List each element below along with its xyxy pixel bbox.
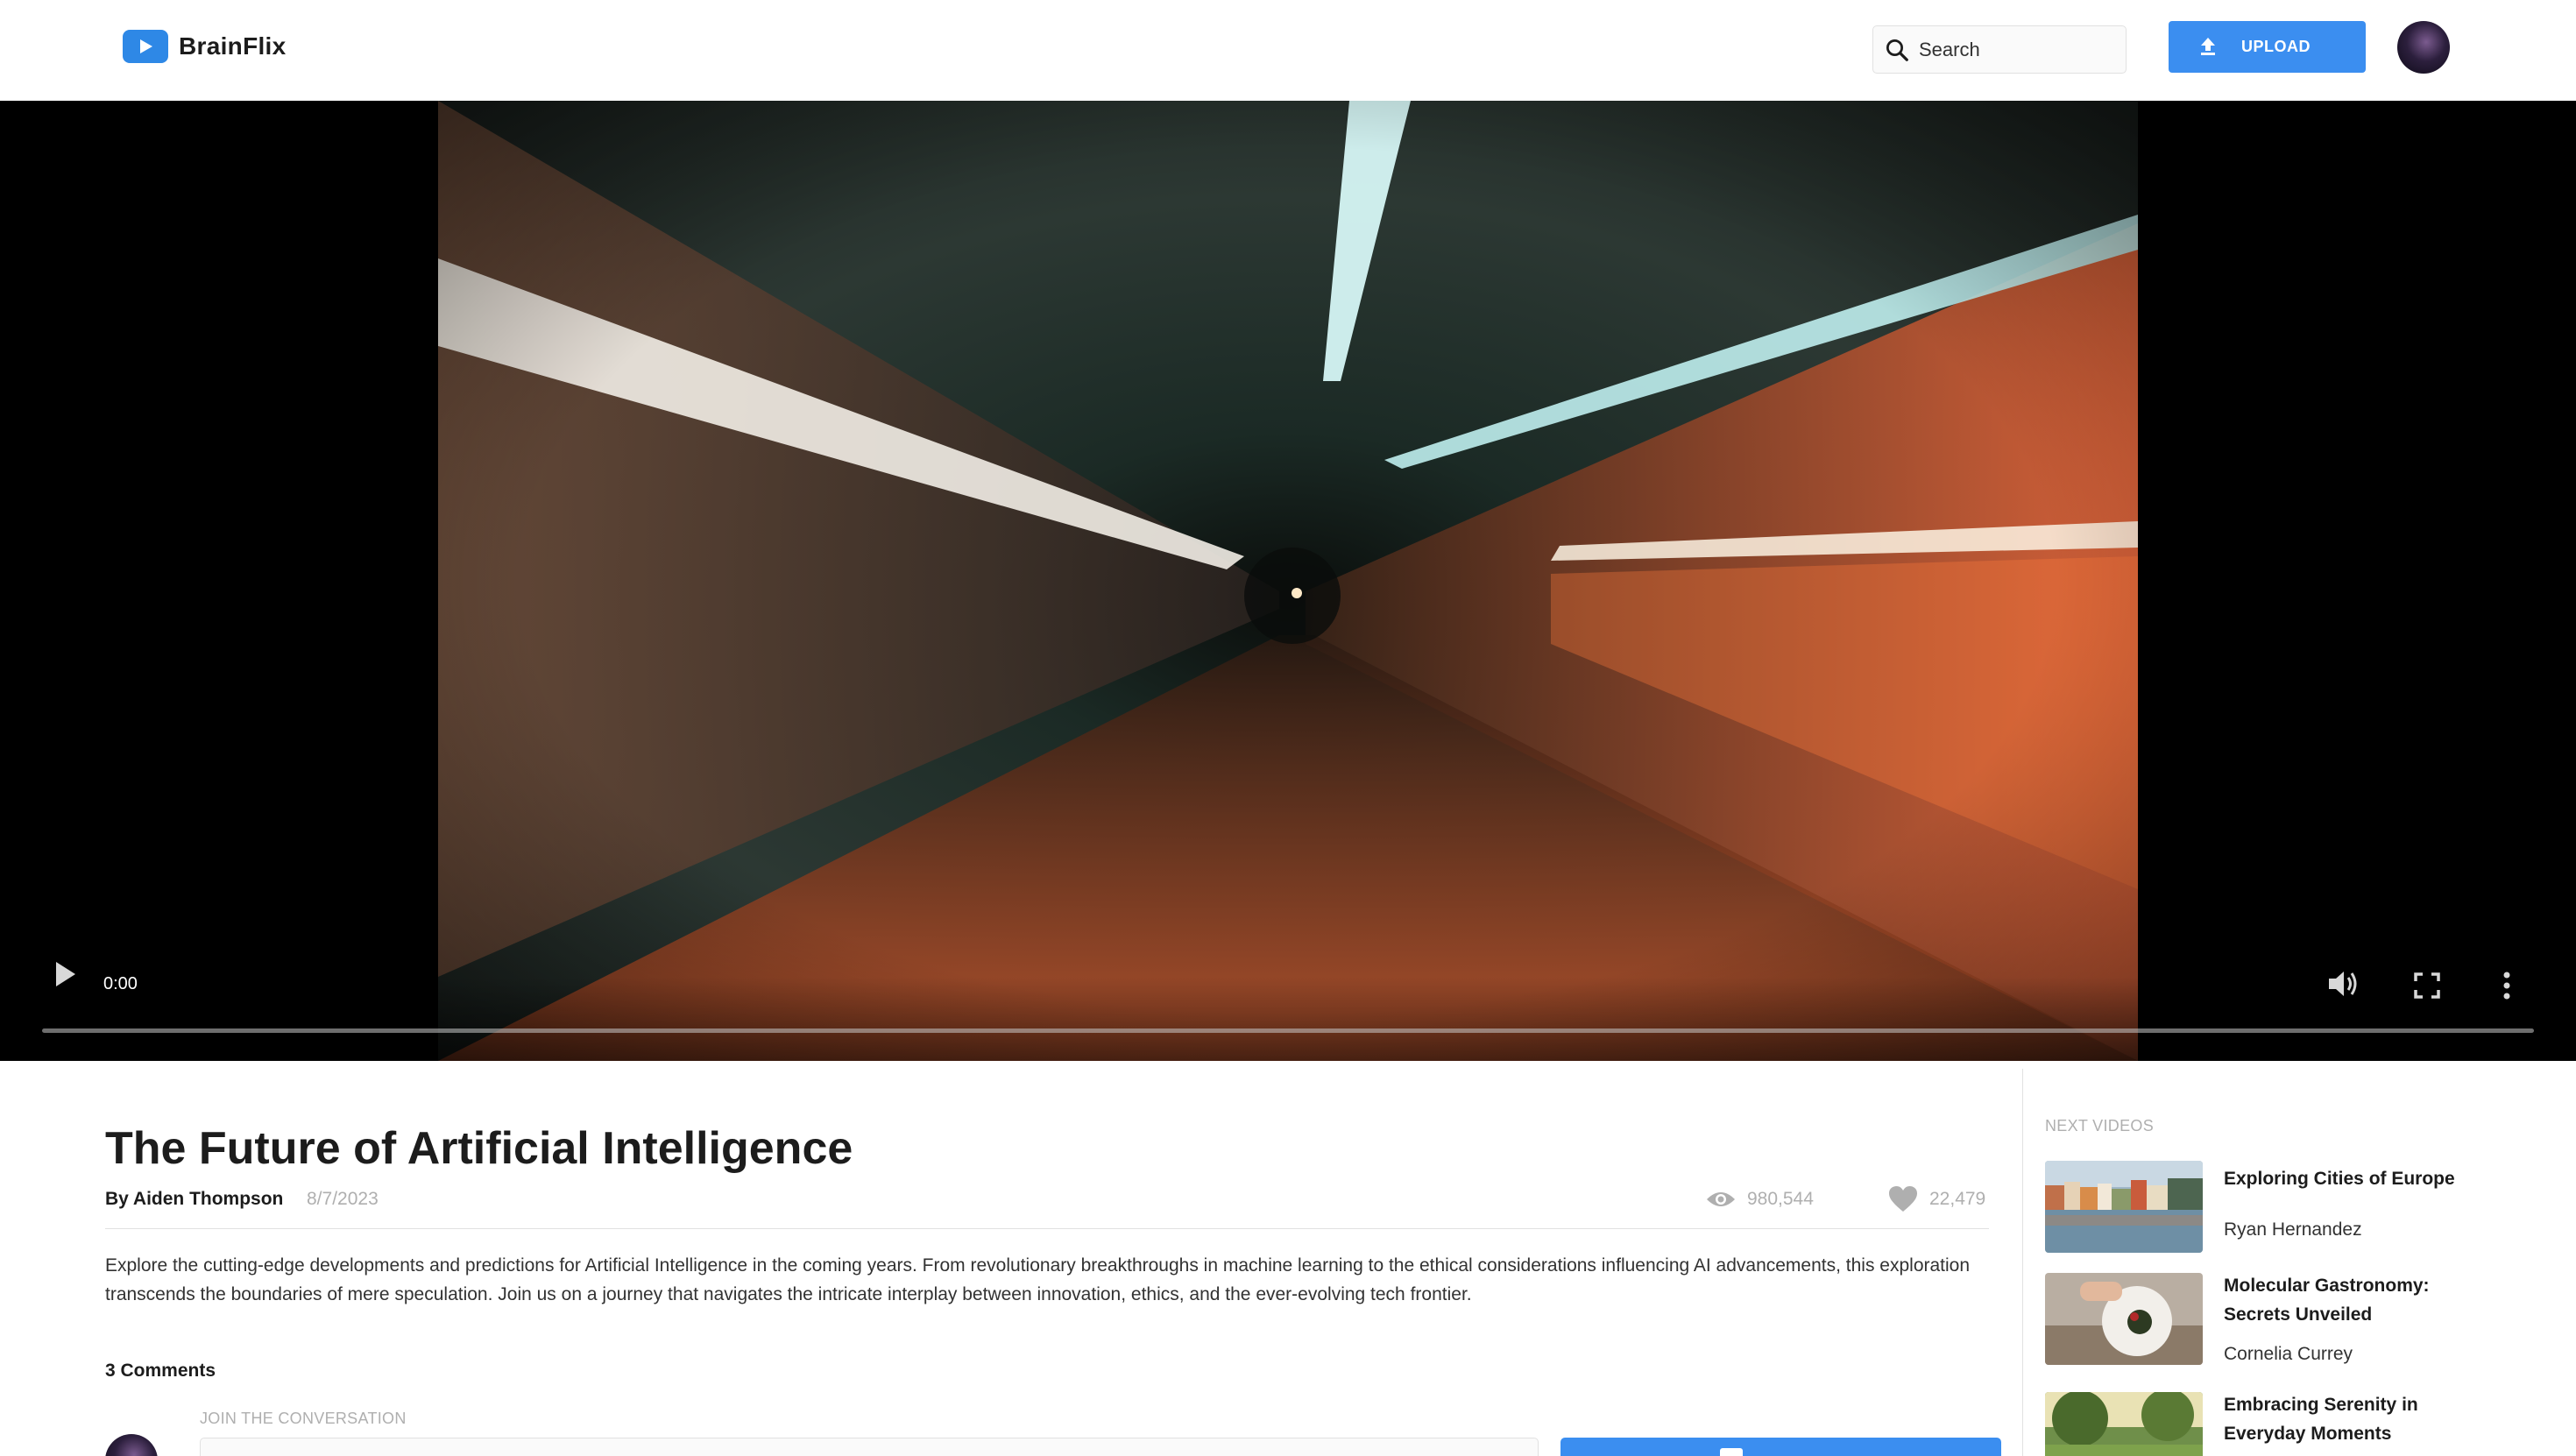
- play-icon: [56, 962, 75, 986]
- next-video-thumbnail: [2045, 1392, 2203, 1456]
- next-video-author: Ryan Hernandez: [2224, 1219, 2362, 1240]
- next-video-thumbnail: [2045, 1273, 2203, 1365]
- search-bar[interactable]: [1872, 25, 2127, 74]
- volume-icon: [2329, 972, 2357, 996]
- upload-label: UPLOAD: [2241, 38, 2311, 55]
- comment-input[interactable]: [200, 1438, 1539, 1456]
- likes-count[interactable]: 22,479: [1887, 1185, 1985, 1213]
- video-player[interactable]: [0, 101, 2576, 1061]
- comment-submit-button[interactable]: [1560, 1438, 2001, 1456]
- likes-value: 22,479: [1929, 1189, 1986, 1209]
- meta-divider: [105, 1228, 1989, 1229]
- more-options-button[interactable]: [2502, 971, 2512, 1005]
- sidebar-divider: [2022, 1069, 2023, 1456]
- fullscreen-icon: [2414, 972, 2440, 999]
- video-title: The Future of Artificial Intelligence: [105, 1123, 853, 1174]
- heart-icon: [1889, 1186, 1917, 1212]
- comment-icon: [1720, 1448, 1743, 1456]
- upload-icon: [2201, 38, 2215, 55]
- fullscreen-button[interactable]: [2414, 972, 2440, 1003]
- next-video-title: Molecular Gastronomy: Secrets Unveiled: [2224, 1276, 2430, 1325]
- next-videos-label: NEXT VIDEOS: [2045, 1117, 2155, 1134]
- current-time: 0:00: [103, 974, 138, 993]
- video-poster: [438, 101, 2138, 1061]
- next-video-author: Cornelia Currey: [2224, 1344, 2353, 1364]
- video-frame: [438, 101, 2138, 1061]
- play-button[interactable]: [53, 959, 79, 993]
- eye-icon: [1707, 1192, 1735, 1206]
- top-nav: BrainFlix UPLOAD: [0, 0, 2576, 101]
- brainflix-logo[interactable]: BrainFlix: [123, 30, 287, 63]
- next-video-title: Embracing Serenity in Everyday Moments: [2224, 1395, 2418, 1444]
- volume-button[interactable]: [2326, 968, 2361, 1004]
- comments-count: 3 Comments: [105, 1361, 216, 1381]
- next-video-thumbnail: [2045, 1161, 2203, 1253]
- search-icon: [1886, 39, 1908, 61]
- play-logo-icon: [123, 30, 168, 63]
- progress-bar[interactable]: [42, 1028, 2534, 1033]
- views-value: 980,544: [1747, 1189, 1814, 1209]
- video-controls-bar: [0, 977, 2576, 1061]
- next-video-title: Exploring Cities of Europe: [2224, 1169, 2455, 1189]
- video-description: Explore the cutting-edge developments an…: [105, 1255, 1971, 1304]
- next-video-item[interactable]: Embracing Serenity in Everyday Moments: [2045, 1392, 2553, 1456]
- more-vertical-icon: [2503, 972, 2510, 1000]
- join-conversation-label: JOIN THE CONVERSATION: [200, 1410, 407, 1427]
- video-author: By Aiden Thompson: [105, 1189, 284, 1209]
- views-count: 980,544: [1705, 1189, 1814, 1210]
- logo-text: BrainFlix: [179, 32, 287, 60]
- video-meta: By Aiden Thompson 8/7/2023 980,544 22,47…: [105, 1186, 1989, 1224]
- comment-avatar: [105, 1434, 158, 1456]
- user-avatar[interactable]: [2397, 21, 2450, 74]
- next-video-item[interactable]: Exploring Cities of Europe Ryan Hernande…: [2045, 1161, 2553, 1257]
- upload-button[interactable]: UPLOAD: [2169, 21, 2366, 73]
- search-input[interactable]: [1919, 38, 2112, 61]
- video-date: 8/7/2023: [307, 1189, 379, 1209]
- next-video-item[interactable]: Molecular Gastronomy: Secrets Unveiled C…: [2045, 1273, 2553, 1369]
